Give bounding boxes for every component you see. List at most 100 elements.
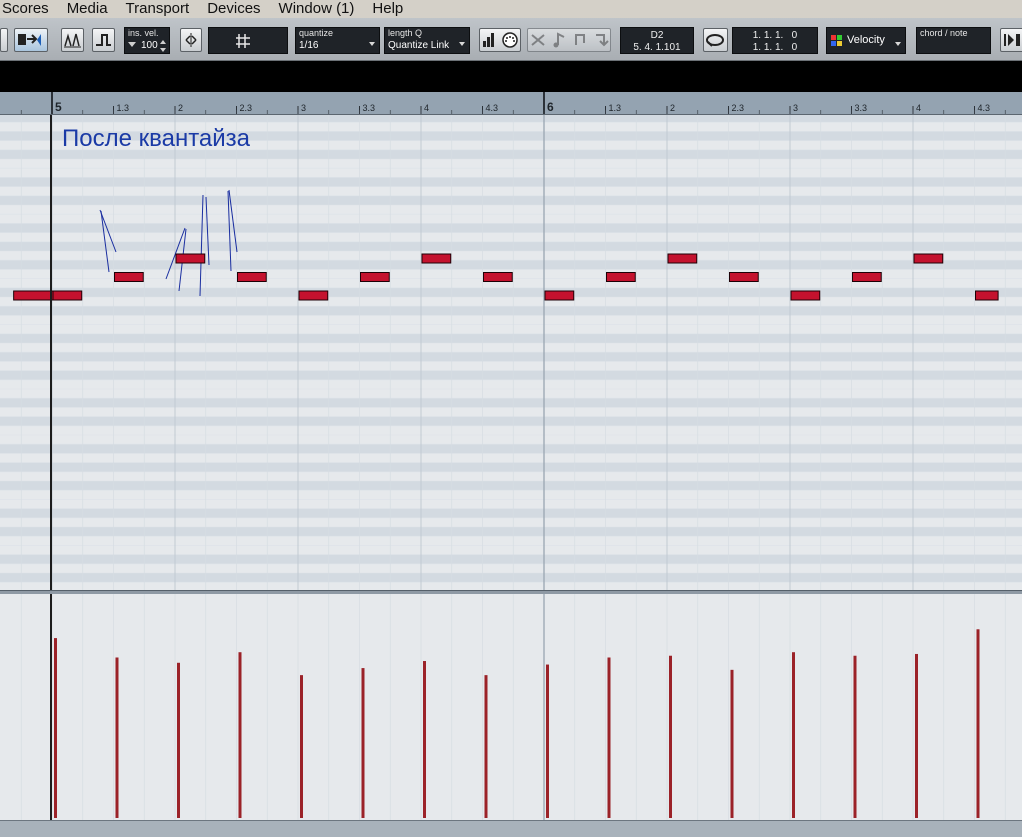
autoscroll-icon (64, 33, 81, 48)
velocity-bar (484, 675, 488, 818)
length-quantize-label: length Q (388, 28, 423, 38)
chevron-down-icon (459, 42, 465, 46)
midi-note (52, 290, 83, 301)
midi-note (913, 253, 944, 264)
black-key-row (0, 306, 1022, 316)
step-input-icon (96, 34, 111, 46)
midi-note (544, 290, 575, 301)
black-key-row (0, 398, 1022, 408)
ruler-label: 3.3 (855, 103, 868, 113)
black-key-row (0, 573, 1022, 583)
chevron-down-icon (895, 42, 901, 46)
velocity-bar (976, 629, 980, 818)
velocity-bar (546, 664, 549, 818)
ruler-label: 4.3 (486, 103, 499, 113)
midi-note (483, 272, 513, 282)
velocity-bar (853, 655, 857, 818)
tool-edge-button[interactable] (0, 28, 8, 52)
black-key-row (0, 370, 1022, 380)
menu-window[interactable]: Window (1) (270, 0, 364, 18)
ruler-label: 6 (547, 100, 554, 114)
black-key-row (0, 508, 1022, 518)
midi-note (975, 290, 999, 301)
quantize-apply-icon (185, 33, 197, 47)
length-quantize-select[interactable]: length Q Quantize Link (384, 27, 470, 54)
velocity-spin-icon (160, 40, 166, 52)
ruler-label: 4 (424, 103, 429, 113)
ruler-label: 2 (670, 103, 675, 113)
velocity-bar (361, 668, 365, 818)
midi-note (790, 290, 821, 301)
controller-select[interactable]: Velocity (826, 27, 906, 54)
black-key-row (0, 481, 1022, 491)
black-key-row (0, 444, 1022, 454)
velocity-lane[interactable] (0, 594, 1022, 820)
midi-device-button[interactable] (479, 28, 521, 52)
midi-input-icon (483, 32, 518, 48)
menu-devices[interactable]: Devices (198, 0, 269, 18)
velocity-bar (607, 657, 611, 818)
time-display: 1. 1. 1. 0 1. 1. 1. 0 (732, 27, 818, 54)
snap-icon (18, 34, 41, 46)
autoscroll-button[interactable] (61, 28, 84, 52)
insert-velocity-value: 100 (141, 40, 158, 51)
velocity-bar (669, 655, 672, 818)
snap-toggle-button[interactable] (14, 28, 48, 52)
velocity-bar (300, 675, 303, 818)
midi-note (421, 253, 452, 264)
quantize-select[interactable]: quantize 1/16 (295, 27, 380, 54)
info-line (0, 61, 1022, 92)
quantize-apply-button[interactable] (180, 28, 202, 52)
insert-velocity-label: ins. vel. (128, 28, 159, 38)
color-palette-icon (831, 35, 842, 46)
velocity-lane-canvas[interactable] (0, 594, 1022, 820)
black-key-row (0, 527, 1022, 537)
menu-transport[interactable]: Transport (117, 0, 199, 18)
ruler-label: 4.3 (978, 103, 991, 113)
ruler-label: 5 (55, 100, 62, 114)
mouse-position-value: 5. 4. 1.101 (633, 42, 681, 53)
step-shape-button[interactable] (92, 28, 115, 52)
pitch-position-display: D2 5. 4. 1.101 (620, 27, 694, 54)
note-grid-canvas[interactable] (0, 115, 1022, 591)
insert-velocity-field[interactable]: ins. vel. 100 (124, 27, 170, 54)
ruler-label: 4 (916, 103, 921, 113)
grid-icon (236, 34, 250, 48)
ruler-label: 2.3 (240, 103, 253, 113)
grid-type-field[interactable] (208, 27, 288, 54)
black-key-row (0, 352, 1022, 362)
ruler-label: 1.3 (117, 103, 130, 113)
controller-value: Velocity (847, 34, 885, 46)
ruler-label: 2.3 (732, 103, 745, 113)
velocity-bar (54, 638, 57, 818)
time-bottom-value: 1. 1. 1. 0 (752, 42, 798, 53)
loop-button[interactable] (703, 28, 728, 52)
menu-scores[interactable]: Scores (0, 0, 58, 18)
ruler-label: 2 (178, 103, 183, 113)
midi-note (175, 253, 206, 264)
menu-media[interactable]: Media (58, 0, 117, 18)
ruler[interactable]: 5 1.3 2 2.3 3 3.3 4 4.3 6 1.3 2 2.3 3 3.3 4 4.3 (0, 92, 1022, 115)
horizontal-scrollbar[interactable] (0, 820, 1022, 837)
midi-note (667, 253, 698, 264)
length-quantize-value: Quantize Link (388, 40, 450, 51)
midi-note (298, 290, 329, 301)
midi-note (852, 272, 882, 282)
black-key-row (0, 554, 1022, 564)
velocity-bar (792, 652, 795, 818)
midi-note (237, 272, 267, 282)
black-key-row (0, 223, 1022, 233)
menu-help[interactable]: Help (363, 0, 412, 18)
transport-button[interactable] (1000, 28, 1022, 52)
insert-velocity-icon (128, 42, 136, 47)
toolbar: ins. vel. 100 quantize 1/16 length Q Qua… (0, 18, 1022, 61)
note-grid[interactable]: После квантайза (0, 115, 1022, 591)
note-edit-tools[interactable] (527, 28, 611, 52)
ruler-label: 3 (793, 103, 798, 113)
midi-note (360, 272, 390, 282)
black-key-row (0, 241, 1022, 251)
velocity-bar (238, 652, 242, 818)
ruler-label: 1.3 (609, 103, 622, 113)
chord-label: chord / note (920, 28, 968, 38)
midi-note (606, 272, 636, 282)
